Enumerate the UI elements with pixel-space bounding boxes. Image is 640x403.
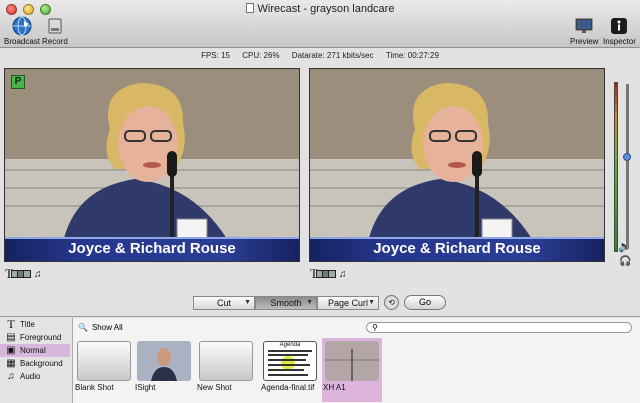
background-icon: ▦ [6, 358, 16, 369]
preview-button[interactable]: Preview [570, 16, 598, 46]
layer-item-normal[interactable]: ▣ Normal [0, 344, 70, 357]
shot-thumbnail: Agenda [263, 341, 317, 381]
show-all-icon: 🔍 [78, 323, 88, 332]
shot-thumbnail [325, 341, 379, 381]
inspector-info-icon [608, 16, 630, 36]
headphones-icon[interactable]: 🎧 [619, 256, 631, 267]
status-bar: FPS: 15 CPU: 26% Datarate: 271 kbits/sec… [0, 49, 640, 63]
layer-list: T Title ▤ Foreground ▣ Normal ▦ Backgrou… [0, 317, 70, 403]
shot-thumbnail [199, 341, 253, 381]
datarate-readout: Datarate: 271 kbits/sec [291, 51, 374, 60]
shot-search-input[interactable]: ⚲ [366, 322, 632, 333]
shot-isight[interactable]: ISight [134, 338, 194, 402]
agenda-thumb-title: Agenda [279, 342, 301, 348]
volume-slider-knob[interactable] [623, 153, 631, 161]
preview-label: Preview [570, 37, 599, 46]
preview-badge: P [11, 75, 25, 89]
go-button[interactable]: Go [404, 295, 446, 310]
title-icon: T [7, 317, 15, 331]
layer-item-background[interactable]: ▦ Background [0, 357, 70, 370]
shot-label: Agenda-final.tif [261, 383, 315, 392]
record-label: Record [42, 37, 68, 46]
broadcast-icon [11, 16, 33, 36]
speaker-video-frame [5, 69, 299, 261]
shot-blank[interactable]: Blank Shot [74, 338, 134, 402]
shot-label: New Shot [197, 383, 232, 392]
inspector-button[interactable]: Inspector [603, 16, 636, 46]
shot-thumbnail [137, 341, 191, 381]
preview-layer-strip[interactable]: T ♫ [5, 266, 41, 282]
live-video-pane[interactable]: Joyce & Richard Rouse [309, 68, 605, 262]
speaker-video-frame-live [310, 69, 604, 261]
wirecast-window: Wirecast - grayson landcare Broadcast Re… [0, 0, 640, 403]
shot-xh-a1[interactable]: XH A1 [322, 338, 382, 402]
inspector-label: Inspector [603, 37, 636, 46]
title-bar: Wirecast - grayson landcare Broadcast Re… [0, 0, 640, 48]
lower-third-caption: Joyce & Richard Rouse [5, 237, 299, 261]
shot-new[interactable]: New Shot [196, 338, 256, 402]
page-curl-transition-popup[interactable]: Page Curl ▼ [317, 296, 379, 310]
foreground-icon: ▤ [6, 332, 16, 343]
normal-icon: ▣ [6, 345, 16, 356]
record-button[interactable]: Record [42, 16, 68, 46]
shot-label: XH A1 [323, 383, 346, 392]
volume-slider-track[interactable] [626, 84, 629, 249]
swap-transition-icon[interactable]: ⟲ [384, 295, 399, 310]
popup-arrow-icon: ▼ [244, 299, 251, 306]
preview-video-pane[interactable]: P Joyce & Richard Rouse [4, 68, 300, 262]
audio-icon: ♫ [7, 371, 15, 382]
audio-layer-icon-live[interactable]: ♫ [339, 269, 347, 280]
shot-label: ISight [135, 383, 156, 392]
layer-item-foreground[interactable]: ▤ Foreground [0, 331, 70, 344]
record-drive-icon [44, 16, 66, 36]
layer-item-title[interactable]: T Title [0, 317, 70, 331]
show-all-button[interactable]: 🔍 Show All [78, 323, 123, 332]
cut-transition-popup[interactable]: Cut ▼ [193, 296, 255, 310]
background-layer-icon-live[interactable] [327, 270, 336, 278]
fps-readout: FPS: 15 [201, 51, 230, 60]
document-icon [245, 3, 254, 13]
live-layer-strip[interactable]: T ♫ [310, 266, 346, 282]
speaker-icon[interactable]: 🔈 [618, 240, 632, 253]
broadcast-label: Broadcast [4, 37, 41, 46]
time-readout: Time: 00:27:29 [385, 51, 439, 60]
shot-agenda[interactable]: Agenda Agenda-final.tif [260, 338, 320, 402]
audio-meter-left [614, 82, 618, 252]
smooth-transition-popup[interactable]: Smooth ▼ [255, 296, 317, 310]
preview-monitor-icon [573, 16, 595, 36]
transition-controls: Cut ▼ Smooth ▼ Page Curl ▼ [193, 296, 379, 310]
window-title: Wirecast - grayson landcare [0, 3, 640, 15]
shot-thumbnail [77, 341, 131, 381]
search-icon: ⚲ [372, 323, 378, 332]
lower-third-caption-live: Joyce & Richard Rouse [310, 237, 604, 261]
background-layer-icon[interactable] [22, 270, 31, 278]
cpu-readout: CPU: 26% [242, 51, 280, 60]
broadcast-button[interactable]: Broadcast [4, 16, 40, 46]
popup-arrow-icon: ▼ [368, 299, 375, 306]
audio-layer-icon[interactable]: ♫ [34, 269, 42, 280]
shot-label: Blank Shot [75, 383, 114, 392]
layer-item-audio[interactable]: ♫ Audio [0, 370, 70, 383]
popup-arrow-icon: ▼ [306, 299, 313, 306]
